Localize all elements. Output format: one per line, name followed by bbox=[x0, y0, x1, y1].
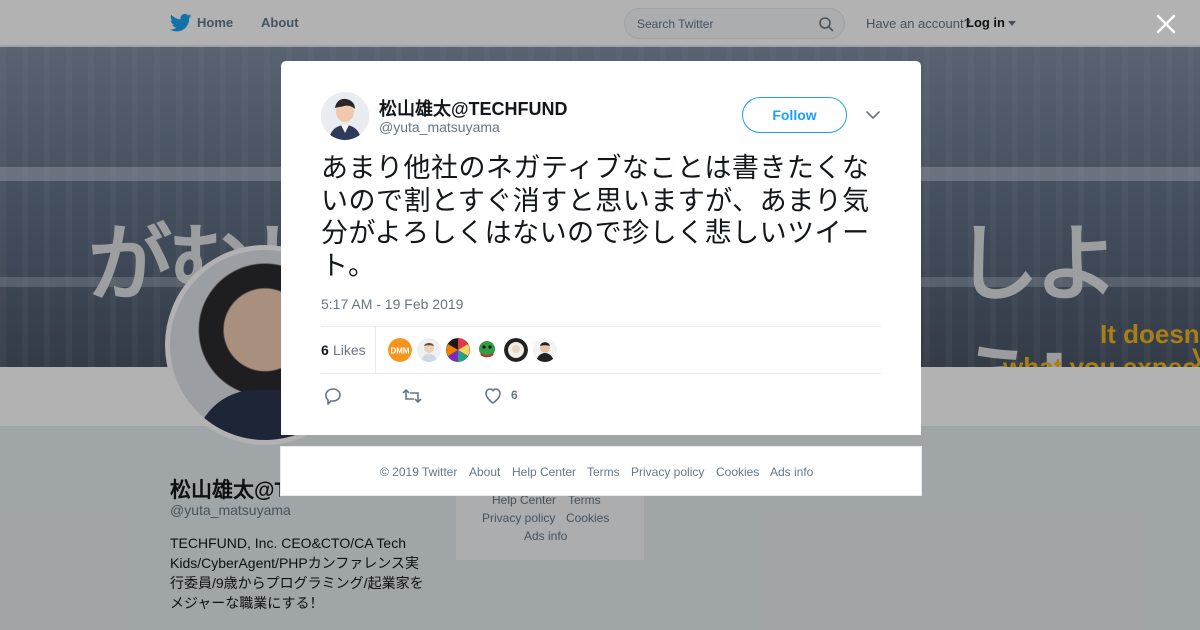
liker-avatar-image bbox=[446, 338, 470, 362]
liker-avatar[interactable] bbox=[417, 338, 441, 362]
author-name[interactable]: 松山雄太@TECHFUND bbox=[379, 95, 568, 121]
likes-label[interactable]: Likes bbox=[333, 342, 366, 358]
footer-privacy-link[interactable]: Privacy policy bbox=[631, 465, 704, 479]
modal-footer: © 2019 Twitter About Help Center Terms P… bbox=[280, 446, 922, 496]
liker-avatar-image: DMM bbox=[388, 338, 412, 362]
tweet-stats: 6 Likes DMM bbox=[321, 326, 881, 374]
like-action-count[interactable]: 6 bbox=[511, 388, 518, 402]
liker-avatar-image bbox=[417, 338, 441, 362]
liker-badge-text: DMM bbox=[390, 347, 409, 356]
liker-avatar[interactable] bbox=[533, 338, 557, 362]
chevron-down-icon[interactable] bbox=[865, 109, 881, 121]
footer-ads-info-link[interactable]: Ads info bbox=[770, 465, 813, 479]
retweet-icon[interactable] bbox=[401, 386, 423, 406]
footer-terms-link[interactable]: Terms bbox=[587, 465, 620, 479]
liker-avatar[interactable] bbox=[446, 338, 470, 362]
author-avatar[interactable] bbox=[321, 92, 369, 140]
footer-cookies-link[interactable]: Cookies bbox=[716, 465, 759, 479]
liker-avatar[interactable] bbox=[475, 338, 499, 362]
likes-count[interactable]: 6 bbox=[321, 342, 329, 358]
liker-avatar[interactable]: DMM bbox=[388, 338, 412, 362]
liker-avatar-image bbox=[475, 338, 499, 362]
tweet-modal: 松山雄太@TECHFUND @yuta_matsuyama Follow あまり… bbox=[281, 61, 921, 435]
tweet-text: あまり他社のネガティブなことは書きたくないので割とすぐ消すと思いますが、あまり気… bbox=[321, 153, 870, 282]
liker-avatar[interactable] bbox=[504, 338, 528, 362]
footer-copyright: © 2019 Twitter bbox=[380, 465, 458, 479]
stats-divider bbox=[375, 327, 376, 373]
follow-button[interactable]: Follow bbox=[742, 97, 847, 133]
author-handle[interactable]: @yuta_matsuyama bbox=[379, 119, 500, 135]
footer-about-link[interactable]: About bbox=[469, 465, 500, 479]
close-icon[interactable] bbox=[1155, 13, 1177, 35]
author-avatar-image bbox=[321, 92, 369, 140]
liker-avatar-image bbox=[533, 338, 557, 362]
footer-help-center-link[interactable]: Help Center bbox=[512, 465, 576, 479]
tweet-timestamp[interactable]: 5:17 AM - 19 Feb 2019 bbox=[321, 296, 463, 312]
reply-icon[interactable] bbox=[323, 386, 343, 406]
heart-icon[interactable] bbox=[483, 386, 503, 406]
liker-avatar-image bbox=[504, 338, 528, 362]
